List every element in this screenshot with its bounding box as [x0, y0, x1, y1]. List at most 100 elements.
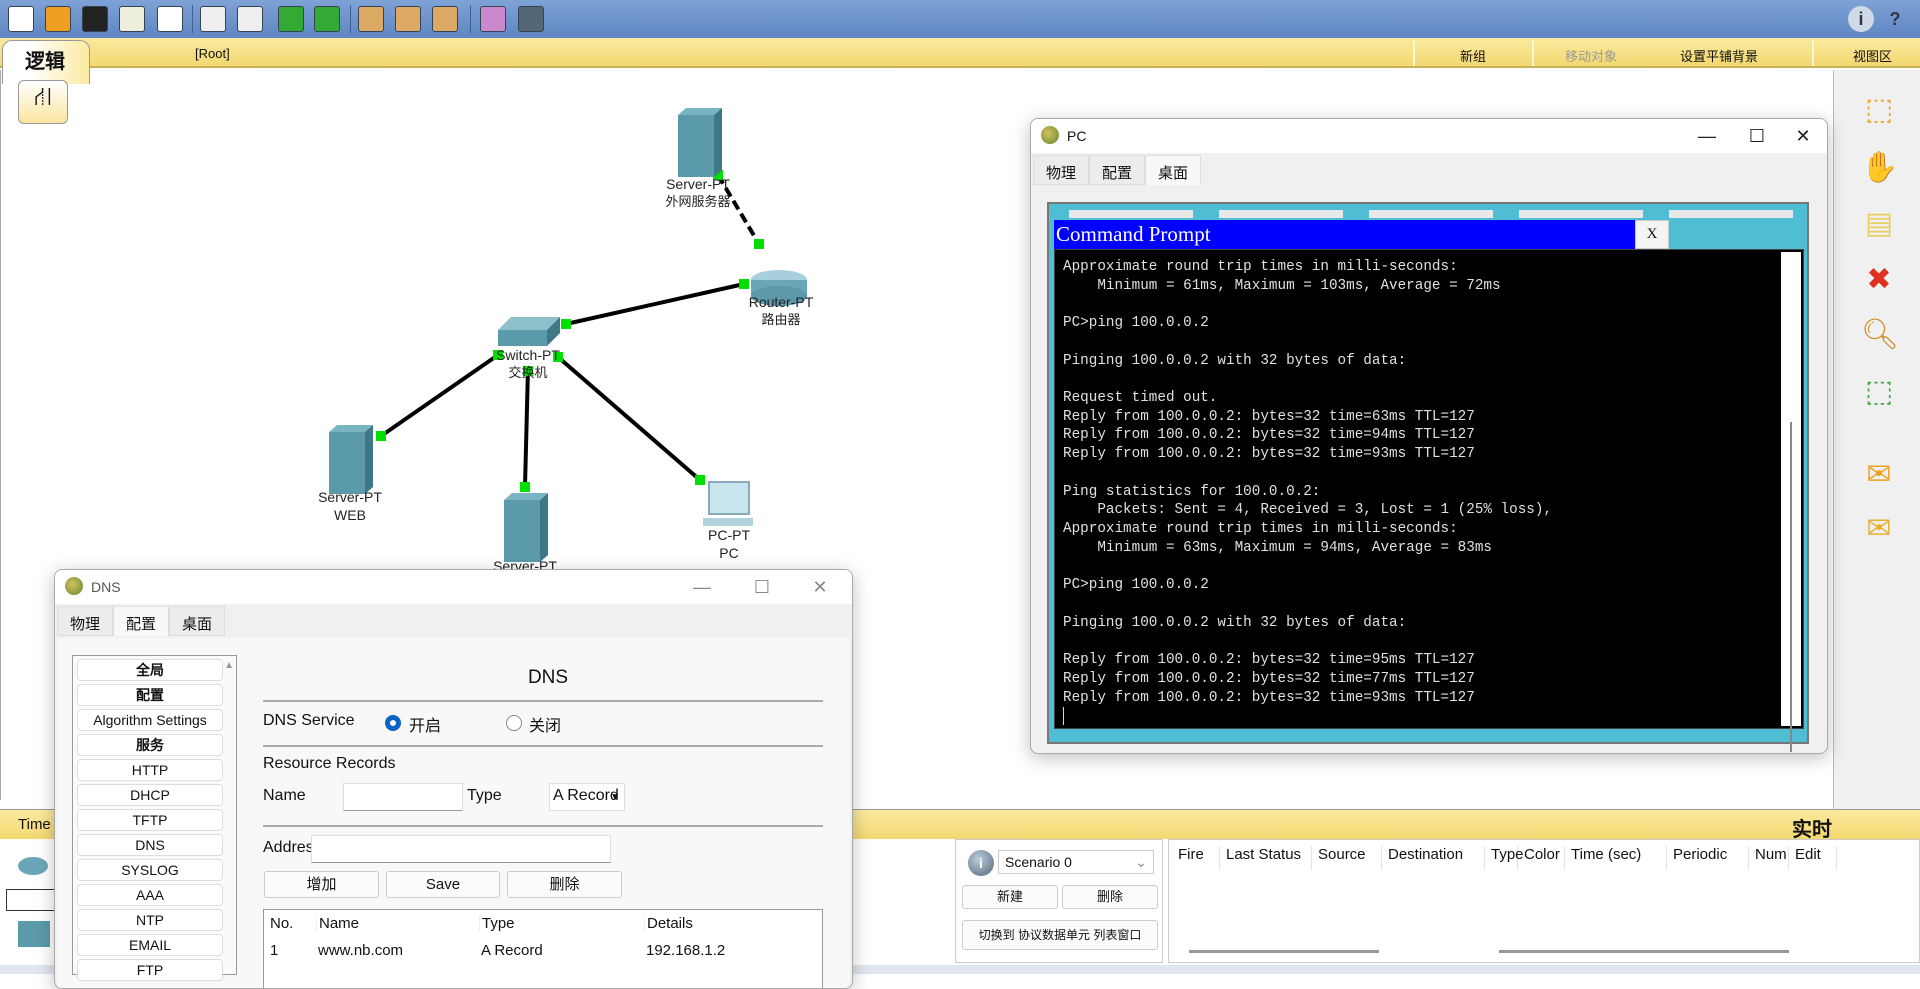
- pdu-column-header[interactable]: Periodic: [1667, 846, 1749, 870]
- pdu-column-header[interactable]: Num: [1749, 846, 1789, 870]
- table-cell[interactable]: 192.168.1.2: [646, 942, 725, 959]
- inspect-icon[interactable]: 🔍︎: [1861, 317, 1899, 353]
- time-tab[interactable]: Time: [18, 816, 51, 833]
- pc-window-titlebar[interactable]: PC — ☐ ✕: [1031, 119, 1827, 153]
- config-menu-item[interactable]: NTP: [77, 909, 223, 931]
- edit-icon[interactable]: [157, 6, 183, 32]
- maximize-button[interactable]: ☐: [1737, 123, 1777, 149]
- node-label-ext-server[interactable]: Server-PT 外网服务器: [638, 175, 758, 211]
- pdu-column-header[interactable]: Type: [1485, 846, 1524, 870]
- tab-physical[interactable]: 物理: [57, 606, 114, 636]
- zoom-reset-icon[interactable]: [395, 6, 421, 32]
- undo-icon[interactable]: [278, 6, 304, 32]
- print-icon[interactable]: [119, 6, 145, 32]
- save-icon[interactable]: [82, 6, 108, 32]
- viewport-button[interactable]: 视图区: [1853, 46, 1892, 65]
- end-devices-icon[interactable]: [18, 921, 50, 947]
- table-cell[interactable]: www.nb.com: [318, 942, 403, 959]
- pdu-column-header[interactable]: Fire: [1172, 846, 1220, 870]
- pdu-column-header[interactable]: Last Status: [1220, 846, 1312, 870]
- config-menu-item[interactable]: 服务: [77, 734, 223, 756]
- config-menu-item[interactable]: Algorithm Settings: [77, 709, 223, 731]
- realtime-tab[interactable]: 实时: [1792, 813, 1832, 842]
- node-label-web-server[interactable]: Server-PT WEB: [290, 488, 410, 524]
- config-menu-item[interactable]: DNS: [77, 834, 223, 856]
- open-folder-icon[interactable]: [45, 6, 71, 32]
- node-label-switch[interactable]: Switch-PT 交换机: [468, 346, 588, 382]
- dns-off-radio[interactable]: [506, 715, 522, 731]
- table-header[interactable]: No.: [268, 915, 293, 932]
- info-icon[interactable]: i: [1848, 6, 1874, 32]
- copy-icon[interactable]: [200, 6, 226, 32]
- paste-icon[interactable]: [237, 6, 263, 32]
- config-menu-item[interactable]: HTTP: [77, 759, 223, 781]
- terminal-output[interactable]: Approximate round trip times in milli-se…: [1054, 249, 1804, 752]
- delete-record-button[interactable]: 删除: [507, 871, 622, 898]
- node-label-pc[interactable]: PC-PT PC: [669, 526, 789, 562]
- zoom-out-icon[interactable]: [432, 6, 458, 32]
- pdu-column-header[interactable]: Time (sec): [1565, 846, 1667, 870]
- logical-tab[interactable]: 逻辑: [2, 40, 90, 84]
- hand-move-icon[interactable]: ✋: [1861, 150, 1898, 186]
- set-tiled-background-button[interactable]: 设置平铺背景: [1680, 46, 1758, 65]
- resize-shape-icon[interactable]: ⬚: [1861, 374, 1897, 410]
- note-icon[interactable]: ▤: [1861, 206, 1897, 242]
- delete-scenario-button[interactable]: 删除: [1062, 885, 1158, 909]
- pdu-column-header[interactable]: Color: [1518, 846, 1565, 870]
- help-icon[interactable]: ?: [1882, 6, 1908, 32]
- info-icon[interactable]: i: [968, 850, 994, 876]
- pdu-column-header[interactable]: Destination: [1382, 846, 1485, 870]
- config-menu-item[interactable]: FTP: [77, 959, 223, 981]
- move-object-button[interactable]: 移动对象: [1565, 46, 1617, 65]
- close-button[interactable]: ✕: [1783, 123, 1823, 149]
- table-header[interactable]: Type: [479, 915, 515, 932]
- table-cell[interactable]: 1: [270, 942, 278, 959]
- redo-icon[interactable]: [314, 6, 340, 32]
- toggle-pdu-list-button[interactable]: 切换到 协议数据单元 列表窗口: [962, 920, 1158, 950]
- config-menu-item[interactable]: EMAIL: [77, 934, 223, 956]
- new-file-icon[interactable]: [8, 6, 34, 32]
- breadcrumb-root[interactable]: [Root]: [195, 46, 230, 61]
- config-menu-item[interactable]: 配置: [77, 684, 223, 706]
- tab-desktop[interactable]: 桌面: [169, 606, 226, 636]
- table-cell[interactable]: A Record: [481, 942, 543, 959]
- node-label-router[interactable]: Router-PT 路由器: [721, 293, 841, 329]
- device-type-box[interactable]: [6, 889, 56, 911]
- tab-physical[interactable]: 物理: [1033, 155, 1090, 185]
- new-scenario-button[interactable]: 新建: [962, 885, 1058, 909]
- dns-on-radio[interactable]: [385, 715, 401, 731]
- scroll-up-icon[interactable]: ▲: [224, 660, 234, 671]
- router-category-icon[interactable]: [18, 857, 48, 875]
- add-simple-pdu-icon[interactable]: ✉: [1861, 457, 1897, 493]
- horizontal-scrollbar[interactable]: [1189, 950, 1379, 953]
- name-input[interactable]: [343, 783, 463, 811]
- pdu-column-header[interactable]: Source: [1312, 846, 1382, 870]
- config-menu-item[interactable]: 全局: [77, 659, 223, 681]
- config-menu-item[interactable]: TFTP: [77, 809, 223, 831]
- select-icon[interactable]: ⬚: [1861, 92, 1897, 128]
- add-record-button[interactable]: 增加: [264, 871, 379, 898]
- type-select[interactable]: A Record ▼: [549, 783, 625, 811]
- config-menu-item[interactable]: DHCP: [77, 784, 223, 806]
- table-header[interactable]: Details: [644, 915, 693, 932]
- terminal-scrollbar[interactable]: [1781, 252, 1801, 752]
- delete-icon[interactable]: ✖: [1861, 262, 1897, 298]
- tab-config[interactable]: 配置: [113, 606, 170, 636]
- zoom-in-icon[interactable]: [358, 6, 384, 32]
- save-button[interactable]: Save: [386, 871, 500, 898]
- pdu-column-header[interactable]: Edit: [1789, 846, 1837, 870]
- config-menu-item[interactable]: SYSLOG: [77, 859, 223, 881]
- scenario-select[interactable]: Scenario 0 ⌄: [998, 850, 1154, 874]
- address-input[interactable]: [311, 835, 611, 863]
- add-complex-pdu-icon[interactable]: ✉: [1861, 511, 1897, 547]
- tab-desktop[interactable]: 桌面: [1145, 155, 1202, 185]
- command-prompt-close-button[interactable]: X: [1635, 220, 1669, 249]
- minimize-button[interactable]: —: [1687, 123, 1727, 149]
- new-cluster-button[interactable]: 新组: [1460, 46, 1486, 65]
- config-menu-item[interactable]: AAA: [77, 884, 223, 906]
- topology-icon[interactable]: ⛙: [18, 80, 68, 124]
- custom-device-icon[interactable]: [518, 6, 544, 32]
- palette-icon[interactable]: [480, 6, 506, 32]
- tab-config[interactable]: 配置: [1089, 155, 1146, 185]
- horizontal-scrollbar[interactable]: [1499, 950, 1789, 953]
